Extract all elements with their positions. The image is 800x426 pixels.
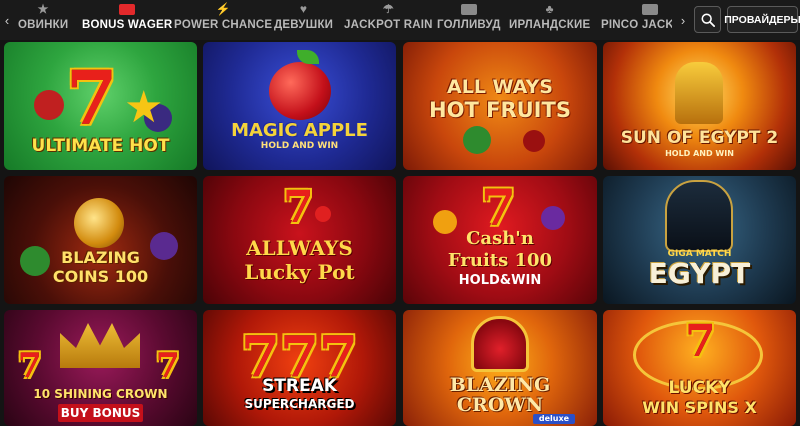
seven-symbol-icon: 7 — [156, 346, 180, 386]
game-card-cashn-fruits-100[interactable]: 7 Cash'n Fruits 100 HOLD&WIN — [403, 176, 597, 304]
pharaoh-icon — [675, 62, 723, 124]
game-title: CROWN — [456, 394, 544, 416]
star-icon: ★ — [124, 83, 164, 132]
game-grid: 7 ★ ULTIMATE HOT MAGIC APPLE HOLD AND WI… — [0, 40, 800, 426]
game-subtitle: HOLD&WIN — [458, 273, 542, 288]
game-card-allways-lucky-pot[interactable]: 7 ALLWAYS Lucky Pot — [203, 176, 396, 304]
category-bar: ★ ОВИНКИ BONUS WAGER ⚡ POWER CHANCE ♥ ДЕ… — [0, 0, 800, 40]
category-hollywood[interactable]: ГОЛЛИВУД — [437, 0, 501, 40]
game-subtitle: SUPERCHARGED — [244, 397, 355, 411]
category-label: JACKPOT RAIN — [344, 19, 433, 31]
cherry-icon — [315, 206, 331, 222]
game-card-streak-supercharged[interactable]: 777 STREAK SUPERCHARGED — [203, 310, 396, 426]
game-title: BLAZING — [449, 374, 551, 396]
game-title: MAGIC APPLE — [231, 120, 368, 141]
cherry-icon — [34, 90, 64, 120]
category-label: POWER CHANCE — [174, 19, 273, 31]
crown-icon — [60, 323, 140, 368]
star-icon: ★ — [37, 2, 49, 16]
category-new[interactable]: ★ ОВИНКИ — [18, 0, 68, 40]
game-card-lucky-win-spins-x[interactable]: 7 LUCKY WIN SPINS X — [603, 310, 796, 426]
category-label: ИРЛАНДСКИЕ — [509, 19, 591, 31]
scroll-right-button[interactable]: › — [676, 8, 690, 32]
coin-icon — [74, 198, 124, 248]
category-power-chance[interactable]: ⚡ POWER CHANCE — [174, 0, 272, 40]
game-title: COINS 100 — [52, 267, 149, 286]
game-title: ALLWAYS — [246, 236, 353, 260]
game-card-magic-apple[interactable]: MAGIC APPLE HOLD AND WIN — [203, 42, 396, 170]
seven-symbol-icon: 7 — [283, 182, 314, 233]
category-label: ОВИНКИ — [18, 19, 69, 31]
category-jackpot-rain[interactable]: ☂ JACKPOT RAIN — [344, 0, 433, 40]
category-label: BONUS WAGER — [82, 19, 173, 31]
bolt-icon: ⚡ — [215, 2, 231, 16]
game-subtitle: HOLD AND WIN — [665, 149, 734, 158]
game-title: 10 SHINING CROWN — [33, 387, 168, 401]
camera-icon — [460, 2, 478, 16]
game-card-giga-match-egypt[interactable]: GIGA MATCH EGYPT — [603, 176, 796, 304]
game-title: ALL WAYS — [447, 76, 553, 98]
watermelon-icon — [463, 126, 491, 154]
gift-icon — [118, 2, 136, 16]
game-title: LUCKY — [668, 378, 731, 398]
pharaoh-icon — [665, 180, 733, 252]
heart-icon: ♥ — [299, 2, 308, 16]
category-irish[interactable]: ♣ ИРЛАНДСКИЕ — [509, 0, 590, 40]
game-badge: deluxe — [533, 414, 575, 424]
game-title: EGYPT — [648, 257, 751, 290]
seven-symbol-icon: 7 — [685, 316, 716, 367]
chevron-left-icon: ‹ — [4, 12, 10, 28]
game-title: WIN SPINS X — [642, 398, 757, 417]
category-bonus-wager[interactable]: BONUS WAGER — [82, 0, 172, 40]
game-card-blazing-coins-100[interactable]: BLAZING COINS 100 — [4, 176, 197, 304]
scroll-left-button[interactable]: ‹ — [0, 8, 14, 32]
game-title: Lucky Pot — [244, 260, 355, 284]
rain-icon: ☂ — [382, 2, 394, 16]
slot-icon — [641, 2, 659, 16]
category-label: ГОЛЛИВУД — [437, 19, 501, 31]
category-label: ДЕВУШКИ — [274, 19, 334, 31]
game-title: SUN OF EGYPT 2 — [620, 128, 779, 148]
providers-button[interactable]: ПРОВАЙДЕРЫ — [724, 6, 800, 33]
game-card-shining-crown-buy-bonus[interactable]: 7 7 10 SHINING CROWN BUY BONUS — [4, 310, 197, 426]
search-icon — [701, 13, 715, 27]
game-title: BLAZING — [61, 248, 140, 267]
seven-symbol-icon: 7 — [18, 346, 42, 386]
grapes-icon — [541, 206, 565, 230]
game-title: STREAK — [262, 376, 337, 396]
clover-icon: ♣ — [545, 2, 554, 16]
category-girls[interactable]: ♥ ДЕВУШКИ — [274, 0, 333, 40]
game-title: HOT FRUITS — [429, 98, 571, 122]
game-card-all-ways-hot-fruits[interactable]: ALL WAYS HOT FRUITS — [403, 42, 597, 170]
category-list: ★ ОВИНКИ BONUS WAGER ⚡ POWER CHANCE ♥ ДЕ… — [0, 0, 672, 40]
category-pinco-jackpot[interactable]: PINCO JACKPOT — [601, 0, 672, 40]
game-card-sun-of-egypt-2[interactable]: SUN OF EGYPT 2 HOLD AND WIN — [603, 42, 796, 170]
game-card-blazing-crown-deluxe[interactable]: BLAZING CROWN deluxe — [403, 310, 597, 426]
apple-icon — [269, 62, 331, 120]
game-title: ULTIMATE HOT — [31, 136, 170, 156]
game-subtitle: HOLD AND WIN — [260, 141, 339, 151]
game-card-ultimate-hot[interactable]: 7 ★ ULTIMATE HOT — [4, 42, 197, 170]
seven-symbol-icon: 7 — [66, 56, 118, 142]
search-button[interactable] — [694, 6, 721, 33]
game-title: Fruits 100 — [447, 250, 553, 271]
cherry-icon — [523, 130, 545, 152]
game-title: Cash'n — [466, 228, 534, 249]
chevron-right-icon: › — [680, 12, 686, 28]
category-label: PINCO JACKPOT — [601, 19, 672, 31]
crown-icon — [471, 316, 529, 372]
game-subtitle: BUY BONUS — [58, 404, 143, 422]
